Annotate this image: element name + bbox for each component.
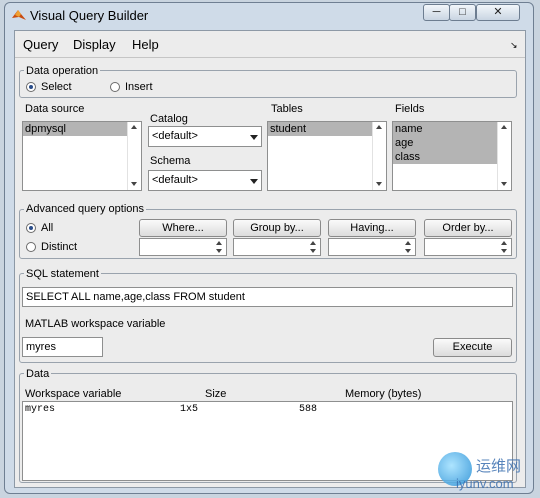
- insert-radio[interactable]: [110, 82, 120, 92]
- fields-scrollbar[interactable]: [497, 122, 511, 190]
- schema-select[interactable]: <default>: [148, 170, 262, 191]
- insert-radio-label: Insert: [125, 81, 153, 93]
- execute-button[interactable]: Execute: [433, 338, 512, 357]
- data-source-scrollbar[interactable]: [127, 122, 141, 190]
- scroll-down-icon[interactable]: [501, 182, 507, 186]
- tables-scrollbar[interactable]: [372, 122, 386, 190]
- schema-label: Schema: [150, 155, 191, 167]
- catalog-select[interactable]: <default>: [148, 126, 262, 147]
- chevron-down-icon: [250, 135, 258, 140]
- workspace-variable-input[interactable]: myres: [22, 337, 103, 357]
- all-radio[interactable]: [26, 223, 36, 233]
- scroll-down-icon[interactable]: [501, 249, 507, 253]
- select-radio[interactable]: [26, 82, 36, 92]
- data-source-list[interactable]: dpmysql: [22, 121, 142, 191]
- scroll-up-icon[interactable]: [376, 125, 382, 129]
- data-operation-legend: Data operation: [24, 65, 101, 77]
- menu-query[interactable]: Query: [23, 37, 58, 52]
- scroll-up-icon[interactable]: [131, 125, 137, 129]
- sql-statement-field[interactable]: SELECT ALL name,age,class FROM student: [22, 287, 513, 307]
- column-header-memory: Memory (bytes): [345, 388, 422, 400]
- watermark-text: 运维网: [476, 458, 522, 475]
- scroll-down-icon[interactable]: [131, 182, 137, 186]
- scroll-up-icon[interactable]: [501, 125, 507, 129]
- fields-list[interactable]: name age class: [392, 121, 512, 191]
- window-title: Visual Query Builder: [30, 8, 149, 23]
- scroll-up-icon[interactable]: [405, 241, 411, 245]
- scroll-down-icon[interactable]: [376, 182, 382, 186]
- workspace-variable-label: MATLAB workspace variable: [25, 318, 166, 330]
- tables-item[interactable]: student: [268, 122, 372, 136]
- scroll-up-icon[interactable]: [310, 241, 316, 245]
- catalog-label: Catalog: [150, 113, 188, 125]
- fields-item-name[interactable]: name: [393, 122, 497, 136]
- group-by-list[interactable]: [233, 238, 321, 256]
- minimize-icon: ─: [432, 6, 441, 18]
- dock-arrow-icon[interactable]: ↘: [510, 40, 518, 51]
- result-var-name[interactable]: myres: [25, 404, 55, 415]
- order-by-list[interactable]: [424, 238, 512, 256]
- maximize-button[interactable]: □: [449, 4, 476, 21]
- group-by-button[interactable]: Group by...: [233, 219, 321, 237]
- where-button[interactable]: Where...: [139, 219, 227, 237]
- column-header-size: Size: [205, 388, 227, 400]
- scroll-up-icon[interactable]: [501, 241, 507, 245]
- distinct-radio-label: Distinct: [41, 241, 78, 253]
- scroll-down-icon[interactable]: [310, 249, 316, 253]
- minimize-button[interactable]: ─: [423, 4, 450, 21]
- data-source-item[interactable]: dpmysql: [23, 122, 127, 136]
- tables-list[interactable]: student: [267, 121, 387, 191]
- fields-label: Fields: [395, 103, 425, 115]
- data-source-label: Data source: [25, 103, 85, 115]
- catalog-value: <default>: [152, 130, 198, 142]
- menu-display[interactable]: Display: [73, 37, 116, 52]
- where-list[interactable]: [139, 238, 227, 256]
- data-legend: Data: [24, 368, 52, 380]
- sql-legend: SQL statement: [24, 268, 101, 280]
- order-by-button[interactable]: Order by...: [424, 219, 512, 237]
- having-button[interactable]: Having...: [328, 219, 416, 237]
- maximize-icon: □: [459, 6, 466, 18]
- distinct-radio[interactable]: [26, 242, 36, 252]
- select-radio-label: Select: [41, 81, 72, 93]
- having-list[interactable]: [328, 238, 416, 256]
- fields-item-age[interactable]: age: [393, 136, 497, 150]
- matlab-logo-icon: [12, 10, 26, 20]
- close-icon: ✕: [493, 6, 503, 18]
- tables-label: Tables: [271, 103, 303, 115]
- advanced-options-legend: Advanced query options: [24, 203, 147, 215]
- watermark-url: iyunv.com: [456, 476, 514, 491]
- fields-item-class[interactable]: class: [393, 150, 497, 164]
- close-button[interactable]: ✕: [476, 4, 520, 21]
- scroll-down-icon[interactable]: [405, 249, 411, 253]
- result-var-memory[interactable]: 588: [299, 404, 317, 415]
- scroll-up-icon[interactable]: [216, 241, 222, 245]
- menu-help[interactable]: Help: [132, 37, 159, 52]
- all-radio-label: All: [41, 222, 54, 234]
- menu-divider: [15, 57, 525, 58]
- column-header-workspace-variable: Workspace variable: [25, 388, 122, 400]
- schema-value: <default>: [152, 174, 198, 186]
- chevron-down-icon: [250, 179, 258, 184]
- scroll-down-icon[interactable]: [216, 249, 222, 253]
- result-var-size[interactable]: 1x5: [180, 404, 198, 415]
